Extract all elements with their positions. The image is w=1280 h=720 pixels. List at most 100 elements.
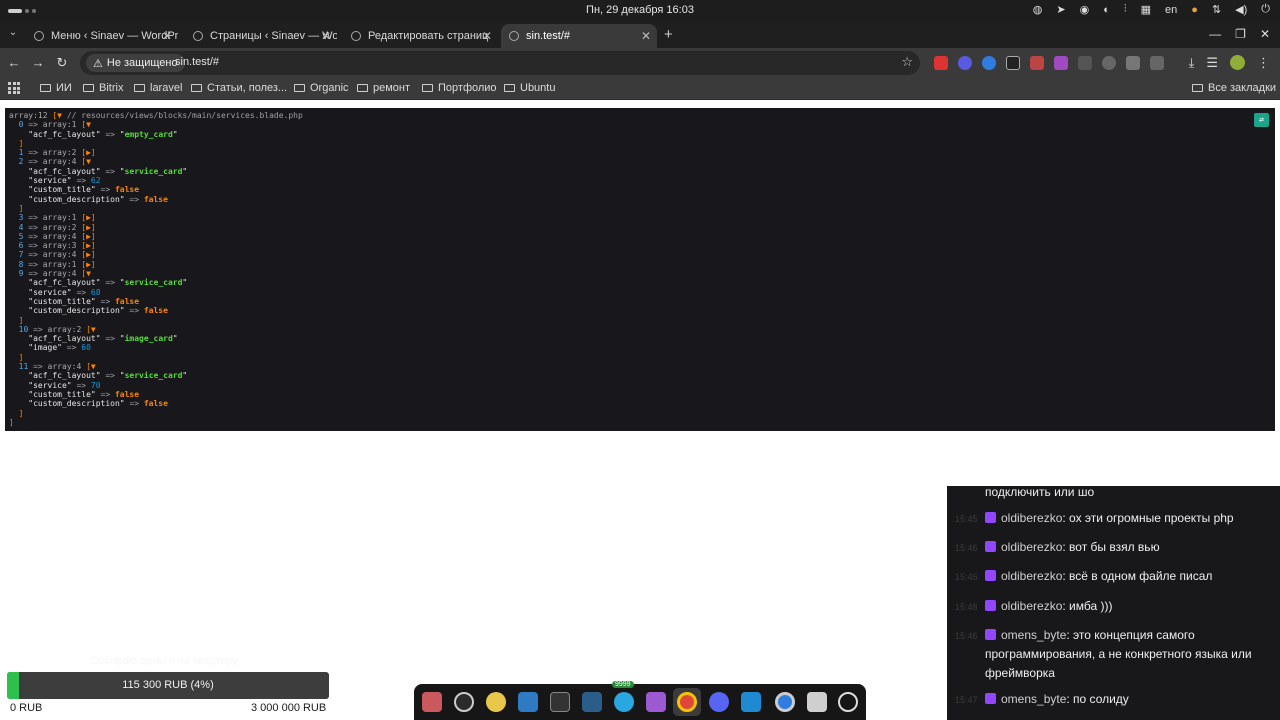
bookmark-folder[interactable]: Bitrix bbox=[83, 82, 123, 94]
dump-token[interactable]: [▶] bbox=[81, 213, 95, 222]
language-indicator[interactable]: en bbox=[1165, 4, 1177, 16]
security-indicator[interactable]: ⚠ Не защищено bbox=[86, 54, 185, 72]
dump-token: => bbox=[100, 334, 120, 344]
steam-tray-icon[interactable]: ◍ bbox=[1033, 3, 1043, 16]
settings-icon[interactable] bbox=[838, 692, 858, 712]
discord-icon[interactable] bbox=[709, 692, 729, 712]
menu-icon[interactable]: ⋮ bbox=[1257, 55, 1270, 71]
dump-token: empty_card bbox=[124, 129, 173, 139]
tab-pages[interactable]: Страницы ‹ Sinaev — Wo ✕ bbox=[185, 24, 337, 48]
discord-tray-icon[interactable]: ◉ bbox=[1080, 3, 1090, 16]
dump-token[interactable]: [▼ bbox=[81, 157, 91, 166]
extension-icon[interactable] bbox=[982, 56, 996, 70]
url-text[interactable]: sin.test/# bbox=[175, 56, 219, 68]
back-arrow-icon[interactable]: ← bbox=[6, 55, 22, 70]
vscode-icon[interactable] bbox=[741, 692, 761, 712]
audio-player-icon[interactable] bbox=[486, 692, 506, 712]
telegram-tray-icon[interactable]: ➤ bbox=[1056, 3, 1065, 16]
terminal-icon[interactable] bbox=[550, 692, 570, 712]
tab-menu[interactable]: Меню ‹ Sinaev — WordPr ✕ bbox=[26, 24, 178, 48]
minimize-icon[interactable]: — bbox=[1209, 27, 1221, 41]
telegram-icon[interactable] bbox=[614, 692, 634, 712]
extensions-area bbox=[934, 56, 1164, 70]
chat-text: всё в одном файле писал bbox=[1069, 569, 1213, 583]
chat-username[interactable]: oldiberezko bbox=[1001, 511, 1062, 525]
bookmark-folder[interactable]: Ubuntu bbox=[504, 82, 555, 94]
bookmark-folder[interactable]: Organic bbox=[294, 82, 349, 94]
obs-icon[interactable] bbox=[454, 692, 474, 712]
dump-line: 7 => array:4 [▶] bbox=[9, 250, 1275, 259]
puzzle-icon[interactable] bbox=[1150, 56, 1164, 70]
chat-username[interactable]: oldiberezko bbox=[1001, 599, 1062, 613]
chromium-icon[interactable] bbox=[775, 692, 795, 712]
forward-arrow-icon[interactable]: → bbox=[30, 55, 46, 70]
profile-avatar[interactable] bbox=[1230, 55, 1245, 70]
dump-token[interactable]: [▶] bbox=[81, 223, 95, 232]
files-icon[interactable] bbox=[422, 692, 442, 712]
text-editor-icon[interactable] bbox=[518, 692, 538, 712]
steam-icon[interactable] bbox=[582, 692, 602, 712]
dump-theme-toggle-icon[interactable]: ⇄ bbox=[1254, 113, 1269, 127]
network-icon[interactable]: ⇅ bbox=[1212, 3, 1221, 16]
bookmark-folder[interactable]: Портфолио bbox=[422, 82, 497, 94]
tab-close-icon[interactable]: ✕ bbox=[641, 29, 651, 43]
adblock-extension-icon[interactable] bbox=[934, 56, 948, 70]
reload-icon[interactable]: ↻ bbox=[54, 55, 70, 71]
download-icon[interactable]: ⤓ bbox=[1189, 55, 1195, 71]
dump-token[interactable]: [▼ bbox=[81, 269, 91, 278]
dump-token: array:3 bbox=[42, 241, 82, 251]
system-tray: ◍ ➤ ◉ ◐ ⫶ ▦ en ● ⇅ ◀) ⏻ bbox=[1033, 3, 1270, 16]
chat-timestamp: 15:47 bbox=[955, 695, 978, 705]
dump-token[interactable]: [▶] bbox=[81, 241, 95, 250]
dump-token[interactable]: [▼ bbox=[52, 111, 66, 120]
dump-token[interactable]: [▶] bbox=[81, 148, 95, 157]
bookmark-folder[interactable]: ИИ bbox=[40, 82, 72, 94]
dump-token bbox=[9, 409, 19, 418]
dump-token[interactable]: [▶] bbox=[81, 260, 95, 269]
tab-close-icon[interactable]: ✕ bbox=[482, 29, 492, 43]
new-tab-button[interactable]: + bbox=[664, 26, 673, 43]
trash-icon[interactable] bbox=[807, 692, 827, 712]
restore-icon[interactable]: ❐ bbox=[1235, 27, 1246, 41]
sync-tray-icon[interactable]: ◐ bbox=[1103, 4, 1110, 16]
close-window-icon[interactable]: ✕ bbox=[1260, 27, 1270, 41]
apps-grid-icon[interactable] bbox=[8, 82, 20, 94]
tab-edit-page[interactable]: Редактировать страниц ✕ bbox=[343, 24, 498, 48]
dump-token[interactable]: [▼ bbox=[86, 325, 96, 334]
tab-search-chevron-icon[interactable]: ⌄ bbox=[6, 27, 20, 41]
tab-close-icon[interactable]: ✕ bbox=[321, 29, 331, 43]
extension-icon[interactable] bbox=[1030, 56, 1044, 70]
extension-icon[interactable] bbox=[1102, 56, 1116, 70]
extension-icon[interactable] bbox=[958, 56, 972, 70]
extension-icon[interactable] bbox=[1006, 56, 1020, 70]
bookmark-folder[interactable]: Статьи, полез... bbox=[191, 82, 287, 94]
chat-username[interactable]: omens_byte bbox=[1001, 692, 1066, 706]
chat-username[interactable]: omens_byte bbox=[1001, 628, 1066, 642]
chat-username[interactable]: oldiberezko bbox=[1001, 540, 1062, 554]
obsidian-icon[interactable] bbox=[646, 692, 666, 712]
chrome-icon[interactable] bbox=[677, 692, 697, 712]
all-bookmarks[interactable]: Все закладки bbox=[1192, 82, 1276, 94]
dump-token[interactable]: [▼ bbox=[81, 120, 91, 129]
tab-close-icon[interactable]: ✕ bbox=[162, 29, 172, 43]
dump-token[interactable]: [▶] bbox=[81, 232, 95, 241]
equalizer-tray-icon[interactable]: ⫶ bbox=[1124, 3, 1127, 16]
reading-list-icon[interactable]: ☰ bbox=[1206, 55, 1218, 71]
tab-sin-test[interactable]: sin.test/# ✕ bbox=[501, 24, 657, 48]
shield-extension-icon[interactable] bbox=[1078, 56, 1092, 70]
bookmark-folder[interactable]: laravel bbox=[134, 82, 182, 94]
dump-token[interactable]: [▼ bbox=[86, 362, 96, 371]
address-bar[interactable]: ⚠ Не защищено sin.test/# ☆ bbox=[80, 51, 920, 75]
dump-token: false bbox=[114, 185, 140, 195]
bookmark-folder[interactable]: ремонт bbox=[357, 82, 410, 94]
chat-username[interactable]: oldiberezko bbox=[1001, 569, 1062, 583]
microphone-icon[interactable]: ● bbox=[1191, 4, 1198, 16]
power-icon[interactable]: ⏻ bbox=[1261, 3, 1270, 16]
chat-message: 15:46 oldiberezko: вот бы взял вью bbox=[947, 538, 1280, 557]
keyboard-tray-icon[interactable]: ▦ bbox=[1141, 3, 1151, 16]
pen-extension-icon[interactable] bbox=[1126, 56, 1140, 70]
volume-icon[interactable]: ◀) bbox=[1235, 3, 1247, 16]
bookmark-star-icon[interactable]: ☆ bbox=[901, 54, 913, 70]
dump-token[interactable]: [▶] bbox=[81, 250, 95, 259]
extension-icon[interactable] bbox=[1054, 56, 1068, 70]
